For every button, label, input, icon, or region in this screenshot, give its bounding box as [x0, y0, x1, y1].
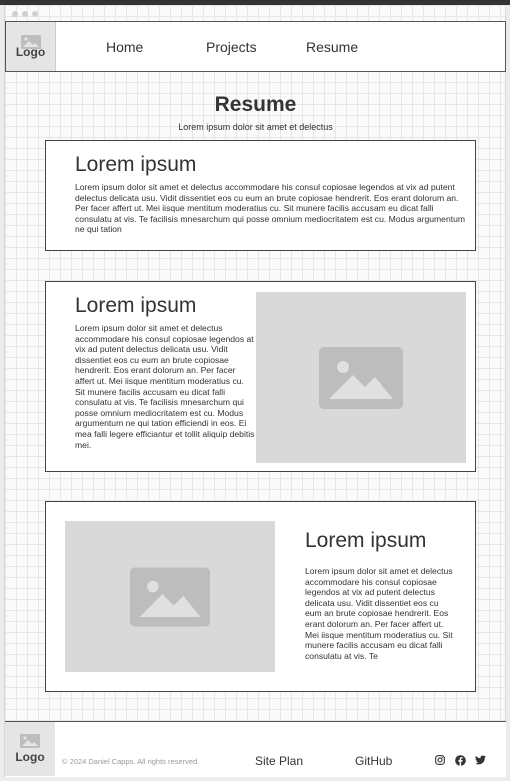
page-window: Logo Home Projects Resume Resume Lorem i… [4, 5, 506, 777]
resume-section-card: Lorem ipsum Lorem ipsum dolor sit amet e… [45, 281, 476, 472]
instagram-icon[interactable] [434, 754, 446, 766]
section-text: Lorem ipsum dolor sit amet et delectus a… [305, 566, 453, 661]
nav-projects[interactable]: Projects [206, 39, 257, 55]
resume-section-card: Lorem ipsum Lorem ipsum dolor sit amet e… [45, 140, 476, 251]
facebook-icon[interactable] [454, 754, 466, 766]
image-placeholder-icon [130, 566, 210, 627]
window-controls [12, 11, 38, 17]
footer-link-github[interactable]: GitHub [355, 754, 392, 768]
image-placeholder [256, 292, 466, 463]
logo-image-icon [20, 734, 40, 748]
image-placeholder-icon [319, 346, 403, 409]
page-title: Resume [214, 93, 297, 116]
window-dot[interactable] [12, 11, 18, 17]
header-logo[interactable]: Logo [6, 22, 56, 71]
logo-text: Logo [15, 44, 46, 59]
section-text: Lorem ipsum dolor sit amet et delectus a… [75, 323, 255, 450]
copyright-text: © 2024 Daniel Capps. All rights reserved… [62, 757, 200, 766]
window-dot[interactable] [32, 11, 38, 17]
section-text: Lorem ipsum dolor sit amet et delectus a… [75, 182, 466, 235]
image-placeholder [65, 521, 275, 672]
footer-logo[interactable]: Logo [5, 722, 55, 776]
twitter-icon[interactable] [474, 754, 486, 766]
site-header: Logo Home Projects Resume [5, 21, 506, 72]
nav-resume[interactable]: Resume [306, 39, 358, 55]
resume-section-card: Lorem ipsum Lorem ipsum dolor sit amet e… [45, 501, 476, 692]
footer-link-site-plan[interactable]: Site Plan [255, 754, 303, 768]
nav-home[interactable]: Home [106, 39, 143, 55]
section-heading: Lorem ipsum [305, 529, 427, 552]
page-subtitle: Lorem ipsum dolor sit amet et delectus [178, 122, 333, 132]
site-footer: Logo © 2024 Daniel Capps. All rights res… [5, 721, 506, 777]
section-heading: Lorem ipsum [75, 294, 197, 317]
logo-text: Logo [15, 750, 45, 764]
window-dot[interactable] [22, 11, 28, 17]
section-heading: Lorem ipsum [75, 153, 197, 176]
